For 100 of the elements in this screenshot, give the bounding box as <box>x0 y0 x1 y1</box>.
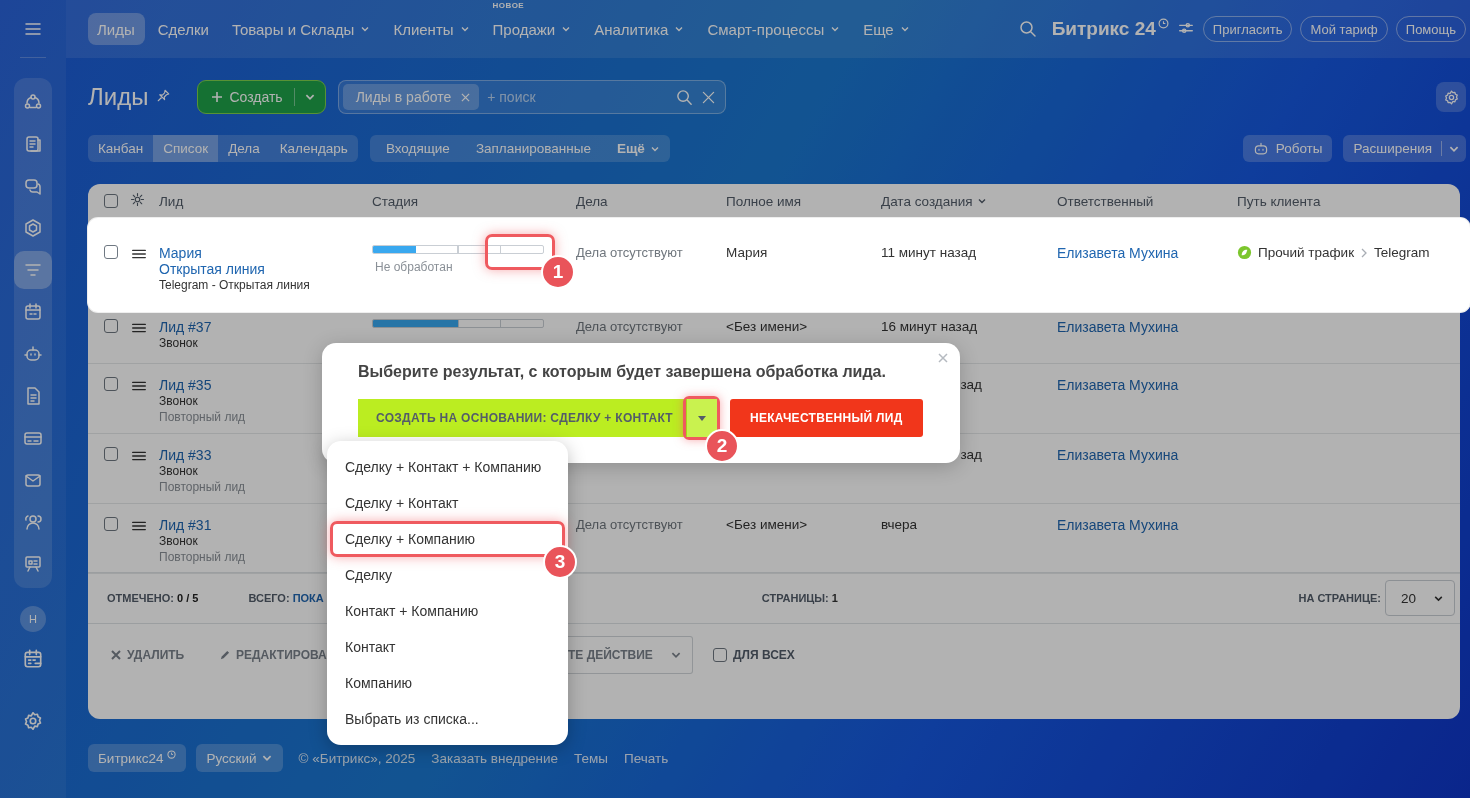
caret-icon <box>697 415 706 421</box>
convert-button[interactable]: СОЗДАТЬ НА ОСНОВАНИИ: СДЕЛКУ + КОНТАКТ <box>358 399 686 437</box>
lead-link[interactable]: Лид #33 <box>159 447 212 463</box>
footer-link[interactable]: Темы <box>574 750 609 766</box>
column-header[interactable]: Путь клиента <box>1237 193 1321 209</box>
created-date: зад <box>960 447 982 462</box>
nav-tab[interactable]: Еще <box>854 13 920 45</box>
stage-bar[interactable] <box>372 245 544 254</box>
nav-tab[interactable]: Аналитика <box>585 13 695 45</box>
stage-label: Не обработан <box>375 260 453 274</box>
created-date: зад <box>960 377 982 392</box>
lead-source: Звонок <box>159 533 198 549</box>
document-icon <box>23 134 43 154</box>
search-icon[interactable] <box>1017 19 1038 39</box>
robot-icon <box>23 344 43 364</box>
lead-note: Повторный лид <box>159 549 246 565</box>
settings-icon[interactable] <box>22 710 44 732</box>
full-name: Мария <box>726 245 768 260</box>
preset-filter[interactable]: Запланированные <box>475 141 591 156</box>
created-date: вчера <box>881 517 918 532</box>
logo: Битрикс 24 <box>1051 18 1156 40</box>
checkbox[interactable] <box>104 377 118 391</box>
total-count: ВСЕГО: ПОКА <box>248 592 324 604</box>
lead-link[interactable]: Лид #37 <box>159 319 212 335</box>
footer-link[interactable]: Печать <box>624 750 669 766</box>
column-header[interactable]: Дела <box>576 193 608 209</box>
column-header[interactable]: Стадия <box>372 193 419 209</box>
responsible-link[interactable]: Елизавета Мухина <box>1057 245 1179 261</box>
close-icon[interactable] <box>938 353 948 363</box>
per-page-select[interactable]: 20 <box>1385 580 1455 616</box>
responsible-link[interactable]: Елизавета Мухина <box>1057 377 1179 393</box>
checkbox[interactable] <box>104 245 118 259</box>
created-date: 11 минут назад <box>881 245 977 260</box>
path-step: Прочий трафик <box>1258 245 1355 260</box>
page-count: СТРАНИЦЫ: 1 <box>761 592 838 604</box>
hexagon-icon <box>23 218 43 238</box>
activities-text: Дела отсутствуют <box>576 319 683 334</box>
column-header[interactable]: Дата создания <box>881 193 987 209</box>
robot-icon <box>1252 140 1269 157</box>
settings-icon <box>1442 88 1460 106</box>
nav-tab[interactable]: Клиенты <box>384 13 480 45</box>
menu-item[interactable]: Компанию <box>345 675 412 691</box>
calendar-icon <box>23 302 43 322</box>
column-header[interactable]: Ответственный <box>1057 193 1154 209</box>
lead-source-link[interactable]: Открытая линия <box>159 261 265 277</box>
reject-button[interactable]: НЕКАЧЕСТВЕННЫЙ ЛИД <box>729 399 923 437</box>
more-button[interactable]: Ещё <box>616 141 660 156</box>
clock-icon <box>167 749 177 759</box>
calendar-icon[interactable] <box>22 648 44 670</box>
lead-note: Повторный лид <box>159 409 246 425</box>
menu-item[interactable]: Выбрать из списка... <box>345 711 479 727</box>
full-name: <Без имени> <box>726 319 808 334</box>
new-label: НОВОЕ <box>492 1 525 10</box>
checkbox[interactable] <box>713 648 727 662</box>
created-date: 16 минут назад <box>881 319 978 334</box>
checkbox[interactable] <box>104 517 118 531</box>
column-header[interactable]: Лид <box>159 193 184 209</box>
close-icon <box>111 650 121 660</box>
checkbox[interactable] <box>104 193 118 208</box>
people-icon <box>23 512 43 532</box>
menu-item[interactable]: Контакт + Компанию <box>345 603 479 619</box>
nav-tab[interactable]: Сделки <box>148 13 219 45</box>
lead-link[interactable]: Лид #35 <box>159 377 212 393</box>
clock-icon <box>1157 17 1169 29</box>
lead-source: Звонок <box>159 463 198 479</box>
settings-icon[interactable] <box>130 192 145 207</box>
menu-item[interactable]: Сделку + Компанию <box>345 531 475 547</box>
path-step: Telegram <box>1374 245 1430 260</box>
lead-link[interactable]: Лид #31 <box>159 517 212 533</box>
plus-icon <box>211 91 224 103</box>
nav-tab[interactable]: Смарт-процессы <box>698 13 851 45</box>
page-title: Лиды <box>88 83 149 111</box>
menu-item[interactable]: Сделку + Контакт <box>345 495 459 511</box>
lead-link[interactable]: Мария <box>159 245 202 261</box>
responsible-link[interactable]: Елизавета Мухина <box>1057 517 1179 533</box>
responsible-link[interactable]: Елизавета Мухина <box>1057 447 1179 463</box>
preset-filter[interactable]: Входящие <box>385 141 450 156</box>
view-tab[interactable]: Канбан <box>88 135 154 162</box>
chat-icon <box>23 176 43 196</box>
pin-icon[interactable] <box>156 88 172 103</box>
view-tab[interactable]: Дела <box>218 135 270 162</box>
menu-item[interactable]: Сделку <box>345 567 393 583</box>
nav-tab[interactable]: Товары и Склады <box>222 13 381 45</box>
popup-title: Выберите результат, с которым будет завершена обработка лида. <box>358 363 887 381</box>
menu-item[interactable]: Сделку + Контакт + Компанию <box>345 459 542 475</box>
checkbox[interactable] <box>104 319 118 333</box>
menu-item[interactable]: Контакт <box>345 639 396 655</box>
responsible-link[interactable]: Елизавета Мухина <box>1057 319 1179 335</box>
per-page-label: НА СТРАНИЦЕ: <box>1298 592 1381 604</box>
search-icon[interactable] <box>674 87 694 107</box>
full-name: <Без имени> <box>726 517 808 532</box>
delete-button[interactable]: УДАЛИТЬ <box>111 648 185 662</box>
footer-link[interactable]: Заказать внедрение <box>431 750 559 766</box>
edit-button[interactable]: РЕДАКТИРОВА <box>219 648 327 662</box>
checkbox[interactable] <box>104 447 118 461</box>
copyright: © «Битрикс», 2025 <box>298 750 416 766</box>
chevron-icon <box>1360 247 1369 258</box>
view-tab[interactable]: Календарь <box>269 135 358 162</box>
source-icon <box>1237 245 1252 260</box>
column-header[interactable]: Полное имя <box>726 193 802 209</box>
